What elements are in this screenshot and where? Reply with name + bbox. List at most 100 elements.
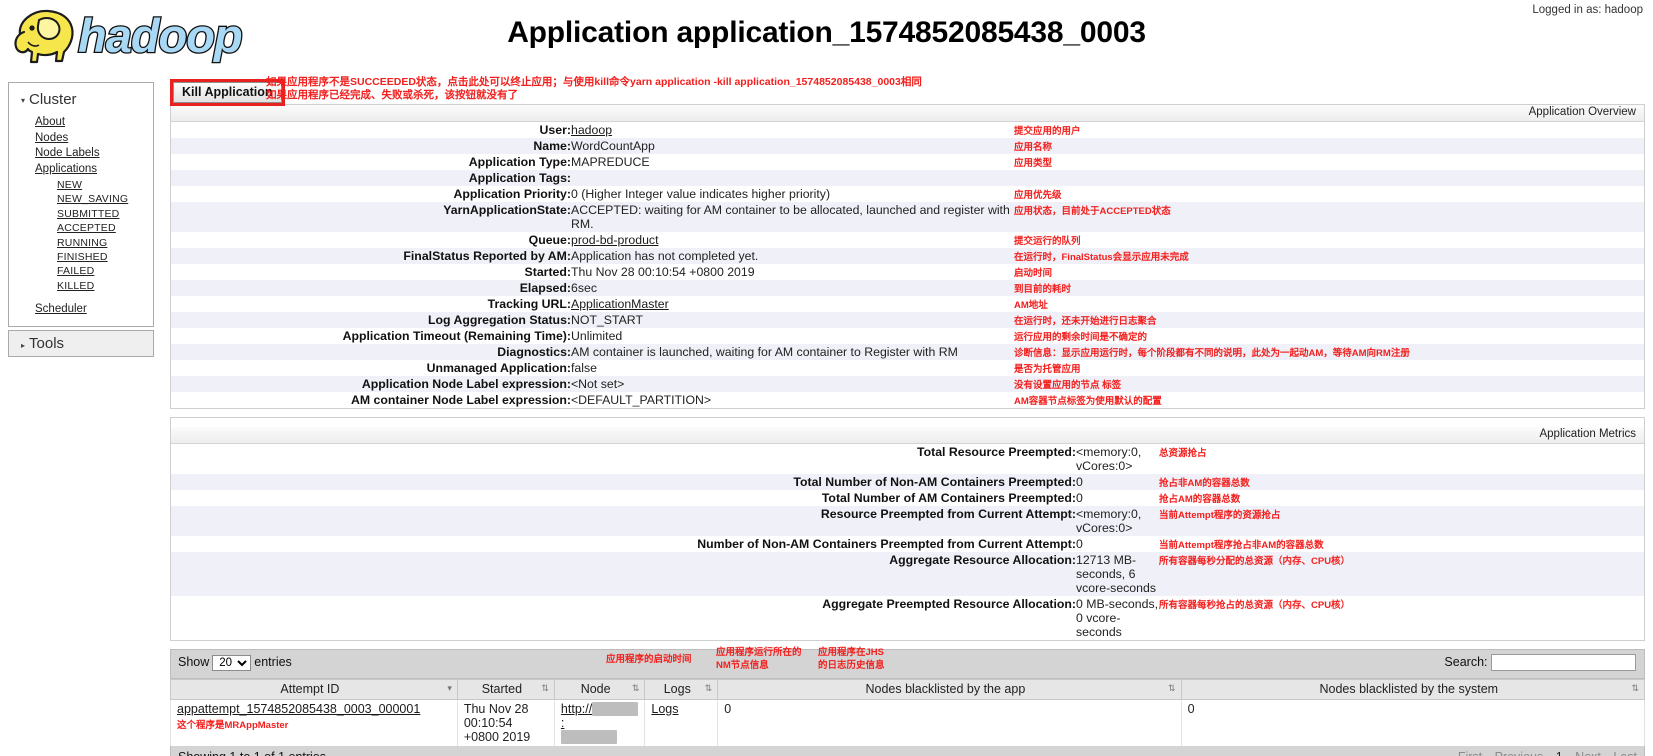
sidebar-link-running[interactable]: RUNNING: [57, 237, 107, 249]
sidebar-section-tools[interactable]: ▸Tools: [8, 330, 154, 357]
pagination-next[interactable]: Next: [1575, 750, 1601, 756]
column-header-label: Attempt ID: [280, 682, 339, 696]
sidebar-item-accepted[interactable]: ACCEPTED: [57, 221, 153, 235]
row-label: AM container Node Label expression:: [171, 392, 571, 408]
sidebar-item-nodes[interactable]: Nodes: [35, 130, 153, 146]
row-label: Tracking URL:: [171, 296, 571, 312]
row-value: Application has not completed yet.: [571, 248, 1014, 264]
table-row: User: hadoop 提交应用的用户: [171, 122, 1644, 138]
tracking-url-link[interactable]: ApplicationMaster: [571, 297, 669, 311]
datatable-toolbar: Show20entries 应用程序的启动时间 应用程序运行所在的 NM节点信息…: [170, 649, 1645, 679]
column-header-nodes-blacklisted-system[interactable]: Nodes blacklisted by the system ⇅: [1181, 680, 1644, 700]
sidebar-link-finished[interactable]: FINISHED: [57, 251, 108, 263]
row-annotation: 应用名称: [1014, 138, 1644, 154]
row-annotation: 诊断信息：显示应用运行时，每个阶段都有不同的说明，此处为一起动AM，等待AM向R…: [1014, 344, 1644, 360]
sidebar-link-nodes[interactable]: Nodes: [35, 132, 68, 144]
row-annotation: AM容器节点标签为使用默认的配置: [1014, 392, 1644, 408]
row-label: Elapsed:: [171, 280, 571, 296]
main-content: Kill Application 如果应用程序不是SUCCEEDED状态，点击此…: [170, 78, 1645, 756]
sidebar: ▾Cluster About Nodes Node Labels Applica…: [8, 82, 154, 357]
row-value: 0: [1076, 474, 1159, 490]
row-label: Name:: [171, 138, 571, 154]
row-annotation: 当前Attempt程序的资源抢占: [1159, 506, 1644, 536]
node-link[interactable]: http://bd-node:: [561, 702, 638, 730]
row-annotation: 提交应用的用户: [1014, 122, 1644, 138]
sidebar-section-cluster[interactable]: ▾Cluster: [9, 89, 153, 114]
table-row: Number of Non-AM Containers Preempted fr…: [171, 536, 1644, 552]
row-label: Aggregate Resource Allocation:: [171, 552, 1076, 596]
user-link[interactable]: hadoop: [571, 123, 612, 137]
row-value: NOT_START: [571, 312, 1014, 328]
entries-label: entries: [254, 655, 292, 669]
kill-application-annotation: 如果应用程序不是SUCCEEDED状态，点击此处可以终止应用；与使用kill命令…: [266, 76, 1466, 101]
column-header-node[interactable]: Node ⇅: [554, 680, 644, 700]
node-link-line2[interactable]: xxxxxxxxx: [561, 730, 617, 744]
kill-application-row: Kill Application 如果应用程序不是SUCCEEDED状态，点击此…: [170, 78, 1645, 104]
sidebar-item-running[interactable]: RUNNING: [57, 235, 153, 249]
app-state-list: NEW NEW_SAVING SUBMITTED ACCEPTED RUNNIN…: [35, 177, 153, 292]
table-row: Unmanaged Application: false 是否为托管应用: [171, 360, 1644, 376]
attempts-table: Attempt ID ▾ Started ⇅ Node ⇅ Logs ⇅: [170, 679, 1645, 746]
sidebar-item-killed[interactable]: KILLED: [57, 278, 153, 292]
column-header-nodes-blacklisted-app[interactable]: Nodes blacklisted by the app ⇅: [718, 680, 1181, 700]
row-value: 6sec: [571, 280, 1014, 296]
sidebar-link-accepted[interactable]: ACCEPTED: [57, 222, 116, 234]
row-annotation: 抢占非AM的容器总数: [1159, 474, 1644, 490]
sidebar-link-new[interactable]: NEW: [57, 179, 82, 191]
column-header-label: Node: [581, 682, 611, 696]
logs-link[interactable]: Logs: [651, 702, 678, 716]
column-header-attempt-id[interactable]: Attempt ID ▾: [171, 680, 458, 700]
cell-node: http://bd-node: xxxxxxxxx: [554, 700, 644, 747]
cell-attempt-id: appattempt_1574852085438_0003_000001 这个程…: [171, 700, 458, 747]
sidebar-item-applications[interactable]: Applications: [35, 161, 153, 177]
row-label: Unmanaged Application:: [171, 360, 571, 376]
sidebar-item-finished[interactable]: FINISHED: [57, 249, 153, 263]
sidebar-item-new[interactable]: NEW: [57, 177, 153, 191]
row-annotation: 没有设置应用的节点 标签: [1014, 376, 1644, 392]
sidebar-link-killed[interactable]: KILLED: [57, 280, 94, 292]
page-length-select[interactable]: 20: [212, 655, 251, 671]
sidebar-link-scheduler[interactable]: Scheduler: [35, 303, 87, 315]
datatable-info: Showing 1 to 1 of 1 entries: [178, 750, 326, 756]
sidebar-link-new-saving[interactable]: NEW_SAVING: [57, 193, 128, 205]
attempt-id-link[interactable]: appattempt_1574852085438_0003_000001: [177, 702, 420, 716]
queue-link[interactable]: prod-bd-product: [571, 233, 659, 247]
row-label: Application Type:: [171, 154, 571, 170]
row-label: Application Node Label expression:: [171, 376, 571, 392]
sidebar-link-applications[interactable]: Applications: [35, 163, 97, 175]
row-value: hadoop: [571, 122, 1014, 138]
pagination-first[interactable]: First: [1458, 750, 1482, 756]
node-url-prefix: http://: [561, 702, 592, 716]
column-header-started[interactable]: Started ⇅: [457, 680, 554, 700]
sidebar-item-about[interactable]: About: [35, 114, 153, 130]
row-value: Thu Nov 28 00:10:54 +0800 2019: [571, 264, 1014, 280]
sidebar-link-failed[interactable]: FAILED: [57, 265, 94, 277]
row-annotation: 在运行时，还未开始进行日志聚合: [1014, 312, 1644, 328]
sidebar-link-node-labels[interactable]: Node Labels: [35, 147, 100, 159]
pagination-page-1[interactable]: 1: [1556, 750, 1563, 756]
table-row: Application Timeout (Remaining Time): Un…: [171, 328, 1644, 344]
row-label: Total Number of Non-AM Containers Preemp…: [171, 474, 1076, 490]
pagination-last[interactable]: Last: [1613, 750, 1637, 756]
row-annotation: 提交运行的队列: [1014, 232, 1644, 248]
column-header-logs[interactable]: Logs ⇅: [645, 680, 718, 700]
sidebar-item-new-saving[interactable]: NEW_SAVING: [57, 192, 153, 206]
search-input[interactable]: [1491, 654, 1636, 671]
sidebar-link-submitted[interactable]: SUBMITTED: [57, 208, 119, 220]
sidebar-item-submitted[interactable]: SUBMITTED: [57, 206, 153, 220]
table-header-row: Attempt ID ▾ Started ⇅ Node ⇅ Logs ⇅: [171, 680, 1645, 700]
pagination-previous[interactable]: Previous: [1495, 750, 1544, 756]
table-row: Tracking URL: ApplicationMaster AM地址: [171, 296, 1644, 312]
sidebar-link-about[interactable]: About: [35, 116, 65, 128]
table-row: Total Number of Non-AM Containers Preemp…: [171, 474, 1644, 490]
metrics-panel-spacer: [171, 418, 1644, 427]
row-label: Aggregate Preempted Resource Allocation:: [171, 596, 1076, 640]
row-label: Total Resource Preempted:: [171, 444, 1076, 474]
sidebar-item-failed[interactable]: FAILED: [57, 264, 153, 278]
sort-icon: ⇅: [632, 683, 640, 693]
cell-logs: Logs: [645, 700, 718, 747]
row-annotation: 当前Attempt程序抢占非AM的容器总数: [1159, 536, 1644, 552]
sidebar-item-scheduler[interactable]: Scheduler: [35, 301, 153, 317]
table-row: Application Tags:: [171, 170, 1644, 186]
sidebar-item-node-labels[interactable]: Node Labels: [35, 145, 153, 161]
